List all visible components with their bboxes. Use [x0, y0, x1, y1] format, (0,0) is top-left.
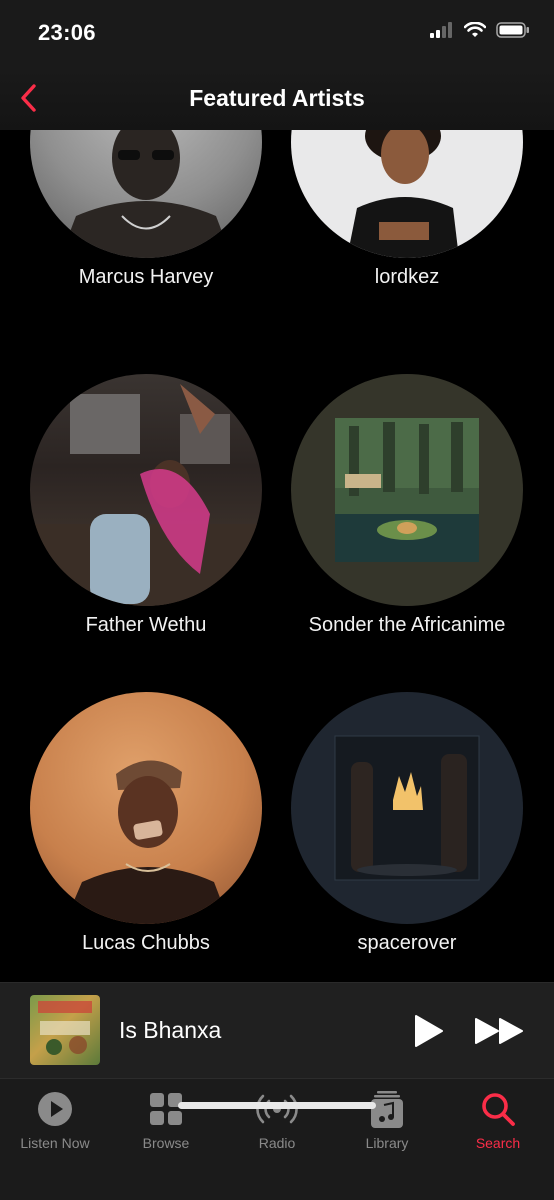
artist-card-spacerover[interactable]: spacerover — [272, 692, 542, 955]
wifi-icon — [464, 22, 486, 37]
artist-name: Sonder the Africanime — [308, 614, 506, 636]
tab-label: Library — [365, 1135, 409, 1151]
play-circle-icon — [38, 1092, 72, 1126]
artist-photo — [291, 374, 523, 606]
artist-photo — [30, 692, 262, 924]
artist-photo — [30, 130, 262, 258]
artist-name: lordkez — [374, 266, 440, 288]
tab-listen-now[interactable]: Listen Now — [0, 1089, 110, 1151]
battery-icon — [496, 22, 529, 38]
now-playing-artwork — [30, 995, 100, 1065]
artist-name: Marcus Harvey — [78, 266, 214, 288]
status-bar: 23:06 — [0, 0, 554, 68]
artist-name: Father Wethu — [85, 614, 207, 636]
nav-bar: Featured Artists — [0, 68, 554, 130]
artist-card-marcus-harvey[interactable]: Marcus Harvey — [11, 130, 281, 289]
artist-photo — [30, 374, 262, 606]
fast-forward-icon — [475, 1018, 523, 1044]
music-library-icon — [371, 1091, 403, 1128]
tab-label: Radio — [258, 1135, 296, 1151]
artist-name: spacerover — [357, 932, 457, 954]
tab-library[interactable]: Library — [332, 1089, 442, 1151]
cellular-signal-icon — [430, 22, 452, 38]
artist-card-lordkez[interactable]: lordkez — [272, 130, 542, 289]
play-icon — [415, 1015, 443, 1047]
tab-label: Listen Now — [20, 1135, 90, 1151]
artist-photo — [291, 130, 523, 258]
radio-waves-icon — [256, 1094, 298, 1124]
home-indicator[interactable] — [178, 1102, 376, 1109]
artist-name: Lucas Chubbs — [82, 932, 210, 954]
tab-browse[interactable]: Browse — [111, 1089, 221, 1151]
artist-card-sonder-the-africanime[interactable]: Sonder the Africanime — [272, 374, 542, 637]
artist-grid: Marcus Harvey lordkez Father Wethu Sonde… — [0, 130, 554, 982]
tab-radio[interactable]: Radio — [222, 1089, 332, 1151]
now-playing-title: Is Bhanxa — [119, 1017, 222, 1043]
search-icon — [482, 1093, 515, 1126]
artist-photo — [291, 692, 523, 924]
play-button[interactable] — [410, 1013, 446, 1049]
page-title: Featured Artists — [189, 85, 365, 111]
tab-label: Browse — [142, 1135, 190, 1151]
status-icons — [430, 22, 530, 38]
grid-icon — [150, 1093, 182, 1125]
tab-search[interactable]: Search — [443, 1089, 553, 1151]
artist-card-father-wethu[interactable]: Father Wethu — [11, 374, 281, 637]
artist-card-lucas-chubbs[interactable]: Lucas Chubbs — [11, 692, 281, 955]
status-time: 23:06 — [38, 20, 96, 45]
screen: 23:06 Featured Artists Marcus Harvey lor… — [0, 0, 554, 1200]
tab-label: Search — [475, 1135, 521, 1151]
mini-player[interactable]: Is Bhanxa — [0, 982, 554, 1078]
fast-forward-button[interactable] — [472, 1013, 528, 1049]
tab-bar: Listen Now Browse Radio Library Search — [0, 1078, 554, 1200]
